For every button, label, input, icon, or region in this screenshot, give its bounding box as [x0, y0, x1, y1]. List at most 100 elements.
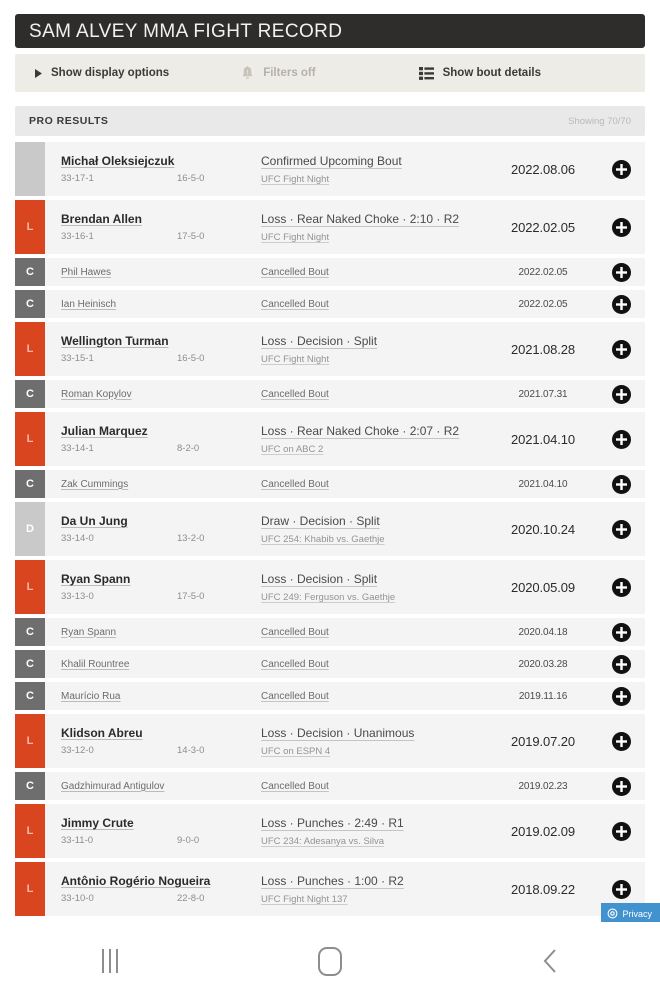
opponent-record-self: 33-10-0 — [61, 893, 94, 904]
table-row[interactable]: C Roman Kopylov Cancelled Bout 2021.07.31 — [15, 380, 645, 408]
expand-row-button[interactable] — [597, 879, 645, 899]
expand-row-button[interactable] — [597, 262, 645, 282]
back-button[interactable] — [440, 948, 660, 974]
opponent-record-self: 33-12-0 — [61, 745, 94, 756]
outcome-method[interactable]: Loss · Decision · Split — [261, 572, 489, 586]
expand-row-button[interactable] — [597, 429, 645, 449]
opponent-name[interactable]: Khalil Rountree — [61, 659, 261, 670]
opponent-name[interactable]: Wellington Turman — [61, 334, 261, 348]
outcome-method[interactable]: Cancelled Bout — [261, 389, 489, 400]
show-display-options-label: Show display options — [51, 67, 170, 79]
event-name: UFC on ESPN 4 — [261, 745, 331, 757]
expand-row-button[interactable] — [597, 159, 645, 179]
expand-row-button[interactable] — [597, 339, 645, 359]
opponent-block: Khalil Rountree — [61, 659, 261, 670]
show-display-options-button[interactable]: Show display options — [35, 67, 169, 79]
expand-row-button[interactable] — [597, 731, 645, 751]
table-row[interactable]: L Ryan Spann 33-13-0 17-5-0 Loss · Decision … — [15, 560, 645, 614]
bout-date: 2020.05.09 — [510, 579, 576, 595]
outcome-method[interactable]: Loss · Decision · Split — [261, 334, 489, 348]
event-name: UFC 234: Adesanya vs. Silva — [261, 835, 385, 847]
table-row[interactable]: L Julian Marquez 33-14-1 8-2-0 Loss · Rear N… — [15, 412, 645, 466]
opponent-name[interactable]: Maurício Rua — [61, 691, 261, 702]
table-row[interactable]: C Ryan Spann Cancelled Bout 2020.04.18 — [15, 618, 645, 646]
result-badge: L — [15, 200, 45, 254]
opponent-name[interactable]: Jimmy Crute — [61, 816, 261, 830]
outcome-method[interactable]: Confirmed Upcoming Bout — [261, 154, 489, 168]
home-button[interactable] — [220, 946, 440, 976]
table-row[interactable]: L Brendan Allen 33-16-1 17-5-0 Loss · Rear N… — [15, 200, 645, 254]
expand-row-button[interactable] — [597, 821, 645, 841]
opponent-block: Ryan Spann 33-13-0 17-5-0 — [61, 572, 261, 602]
outcome-method[interactable]: Cancelled Bout — [261, 659, 489, 670]
expand-row-button[interactable] — [597, 217, 645, 237]
bout-date: 2020.03.28 — [518, 658, 568, 670]
outcome-block: Loss · Punches · 1:00 · R2 UFC Fight Nigh… — [261, 874, 489, 905]
outcome-method[interactable]: Loss · Rear Naked Choke · 2:07 · R2 — [261, 424, 489, 438]
filters-button[interactable]: ! Filters off — [241, 65, 316, 81]
table-row[interactable]: L Wellington Turman 33-15-1 16-5-0 Loss · De… — [15, 322, 645, 376]
expand-row-button[interactable] — [597, 519, 645, 539]
expand-row-button[interactable] — [597, 686, 645, 706]
recents-button[interactable] — [0, 949, 220, 973]
filter-bell-icon: ! — [241, 65, 254, 81]
outcome-method[interactable]: Cancelled Bout — [261, 479, 489, 490]
outcome-method[interactable]: Loss · Decision · Unanimous — [261, 726, 489, 740]
opponent-name[interactable]: Ryan Spann — [61, 572, 261, 586]
app-root: SAM ALVEY MMA FIGHT RECORD Show display … — [0, 0, 660, 1000]
opponent-name[interactable]: Zak Cummings — [61, 479, 261, 490]
table-row[interactable]: C Ian Heinisch Cancelled Bout 2022.02.05 — [15, 290, 645, 318]
opponent-name[interactable]: Klidson Abreu — [61, 726, 261, 740]
expand-row-button[interactable] — [597, 294, 645, 314]
outcome-block: Loss · Decision · Split UFC 249: Ferguson… — [261, 572, 489, 603]
expand-row-button[interactable] — [597, 577, 645, 597]
table-row[interactable]: C Khalil Rountree Cancelled Bout 2020.03.28 — [15, 650, 645, 678]
table-row[interactable]: C Gadzhimurad Antigulov Cancelled Bout 2019… — [15, 772, 645, 800]
expand-row-button[interactable] — [597, 776, 645, 796]
table-row[interactable]: L Jimmy Crute 33-11-0 9-0-0 Loss · Punches ·… — [15, 804, 645, 858]
bout-date: 2019.02.23 — [518, 780, 568, 792]
opponent-name[interactable]: Brendan Allen — [61, 212, 261, 226]
outcome-method[interactable]: Loss · Punches · 1:00 · R2 — [261, 874, 489, 888]
opponent-record-self: 33-11-0 — [61, 835, 94, 846]
privacy-button[interactable]: Privacy — [601, 903, 660, 924]
opponent-name[interactable]: Gadzhimurad Antigulov — [61, 781, 261, 792]
outcome-method[interactable]: Draw · Decision · Split — [261, 514, 489, 528]
opponent-name[interactable]: Antônio Rogério Nogueira — [61, 874, 261, 888]
table-row[interactable]: C Maurício Rua Cancelled Bout 2019.11.16 — [15, 682, 645, 710]
opponent-name[interactable]: Ryan Spann — [61, 627, 261, 638]
result-badge: L — [15, 714, 45, 768]
outcome-method[interactable]: Loss · Rear Naked Choke · 2:10 · R2 — [261, 212, 489, 226]
outcome-method[interactable]: Cancelled Bout — [261, 691, 489, 702]
show-bout-details-button[interactable]: Show bout details — [418, 66, 541, 80]
table-row[interactable]: L Klidson Abreu 33-12-0 14-3-0 Loss · Decisi… — [15, 714, 645, 768]
expand-row-button[interactable] — [597, 654, 645, 674]
opponent-name[interactable]: Michał Oleksiejczuk — [61, 154, 261, 168]
row-body: Roman Kopylov Cancelled Bout 2021.07.31 — [45, 380, 645, 408]
opponent-name[interactable]: Roman Kopylov — [61, 389, 261, 400]
opponent-name[interactable]: Phil Hawes — [61, 267, 261, 278]
outcome-method[interactable]: Cancelled Bout — [261, 267, 489, 278]
outcome-block: Cancelled Bout — [261, 781, 489, 792]
expand-row-button[interactable] — [597, 622, 645, 642]
outcome-method[interactable]: Loss · Punches · 2:49 · R1 — [261, 816, 489, 830]
table-row[interactable]: C Zak Cummings Cancelled Bout 2021.04.10 — [15, 470, 645, 498]
opponent-block: Gadzhimurad Antigulov — [61, 781, 261, 792]
result-badge: L — [15, 322, 45, 376]
opponent-name[interactable]: Ian Heinisch — [61, 299, 261, 310]
expand-row-button[interactable] — [597, 384, 645, 404]
outcome-block: Cancelled Bout — [261, 299, 489, 310]
bout-date: 2020.10.24 — [510, 521, 576, 537]
table-row[interactable]: D Da Un Jung 33-14-0 13-2-0 Draw · Decision … — [15, 502, 645, 556]
table-row[interactable]: Michał Oleksiejczuk 33-17-1 16-5-0 Confirme… — [15, 142, 645, 196]
opponent-name[interactable]: Julian Marquez — [61, 424, 261, 438]
opponent-name[interactable]: Da Un Jung — [61, 514, 261, 528]
expand-row-button[interactable] — [597, 474, 645, 494]
outcome-method[interactable]: Cancelled Bout — [261, 627, 489, 638]
outcome-method[interactable]: Cancelled Bout — [261, 781, 489, 792]
outcome-method[interactable]: Cancelled Bout — [261, 299, 489, 310]
page-content: SAM ALVEY MMA FIGHT RECORD Show display … — [0, 0, 660, 920]
table-row[interactable]: L Antônio Rogério Nogueira 33-10-0 22-8-0 Lo… — [15, 862, 645, 916]
table-row[interactable]: C Phil Hawes Cancelled Bout 2022.02.05 — [15, 258, 645, 286]
triangle-right-icon — [35, 68, 42, 78]
